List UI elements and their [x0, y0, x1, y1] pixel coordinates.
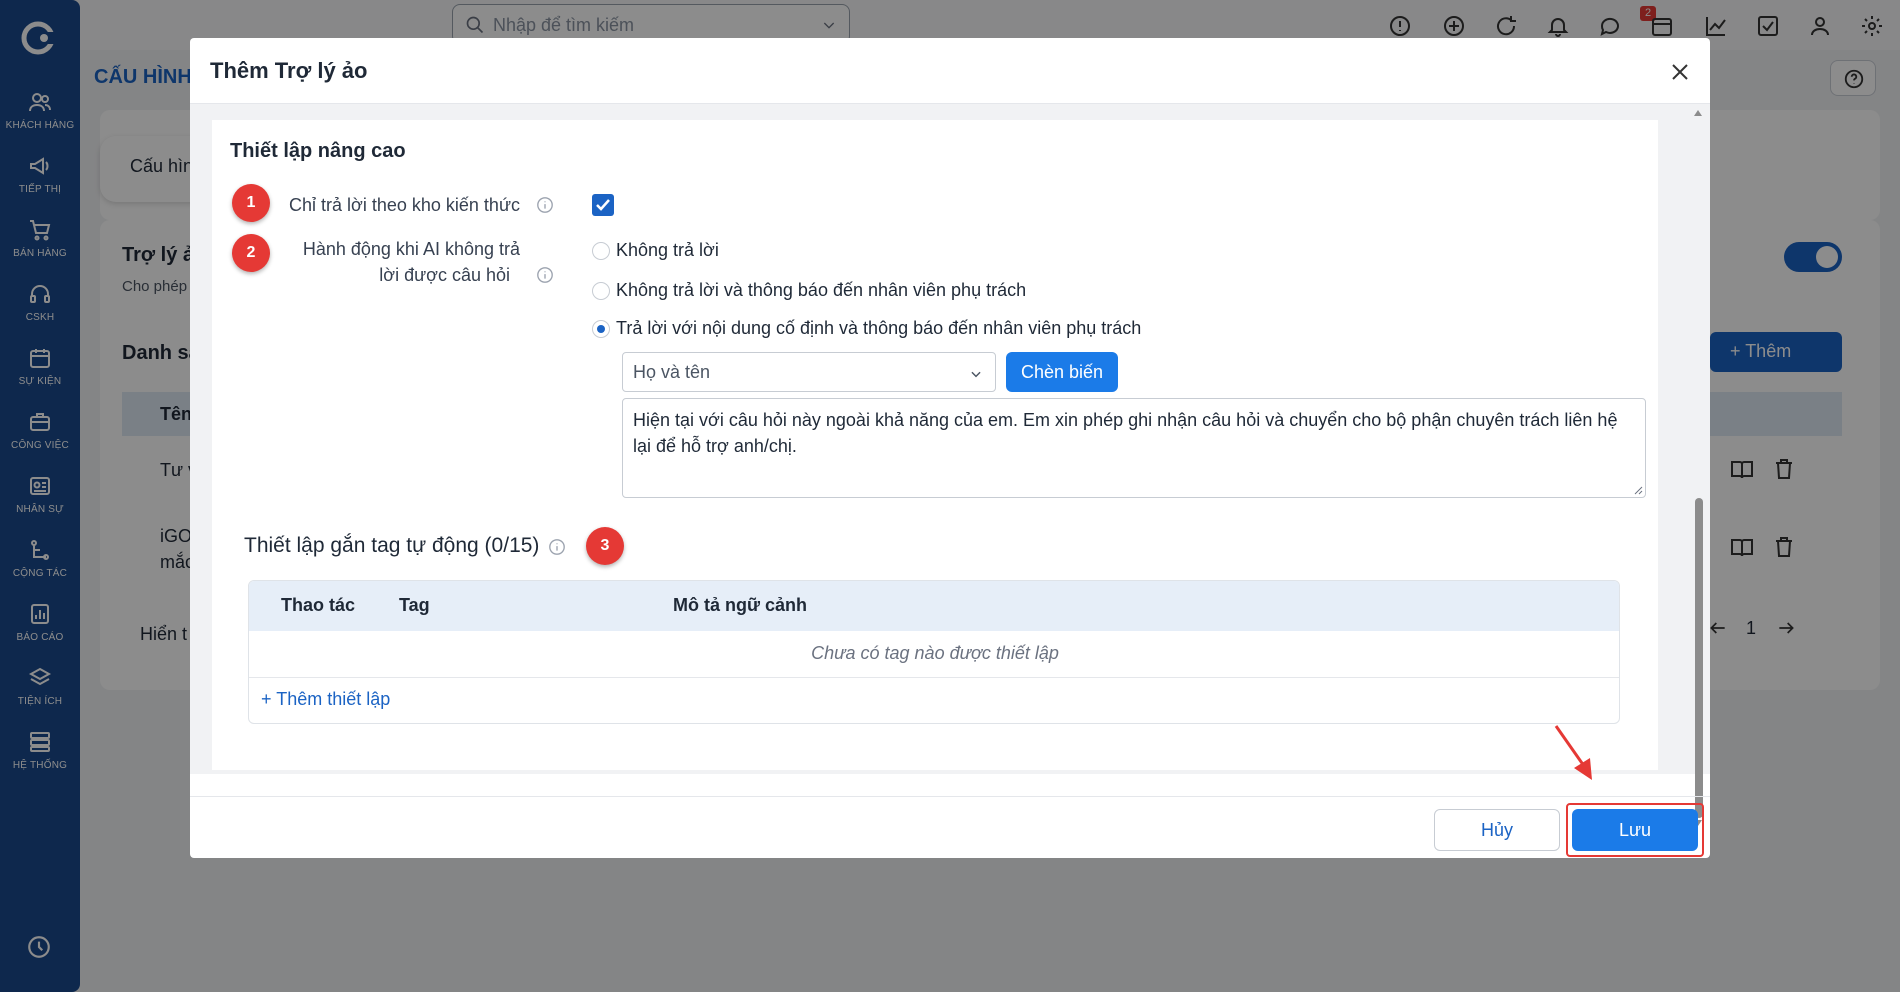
save-highlight-box: [1566, 803, 1704, 857]
add-assistant-modal: Thêm Trợ lý ảo Thiết lập nâng cao 1 Chỉ …: [190, 38, 1710, 858]
section-title: Thiết lập nâng cao: [230, 140, 406, 162]
only-kb-label: Chỉ trả lời theo kho kiến thức: [289, 195, 520, 215]
insert-variable-button[interactable]: Chèn biến: [1006, 352, 1118, 392]
action-label-line1: Hành động khi AI không trả: [302, 239, 520, 259]
column-context: Mô tả ngữ cảnh: [673, 595, 808, 615]
empty-state-text: Chưa có tag nào được thiết lập: [811, 643, 1059, 663]
fixed-reply-textarea[interactable]: Hiện tại với câu hỏi này ngoài khả năng …: [622, 398, 1646, 498]
info-icon[interactable]: [548, 538, 566, 556]
modal-header: Thêm Trợ lý ảo: [190, 38, 1710, 104]
modal-footer: Hủy Lưu: [190, 796, 1710, 858]
tag-table: Thao tác Tag Mô tả ngữ cảnh Chưa có tag …: [248, 580, 1620, 724]
plus-icon: +: [261, 689, 272, 709]
column-actions: Thao tác: [281, 595, 356, 615]
tag-table-header: Thao tác Tag Mô tả ngữ cảnh: [249, 581, 1619, 631]
check-icon: [596, 199, 610, 211]
radio-fixed-reply-notify[interactable]: [592, 320, 610, 338]
modal-scrollbar[interactable]: [1692, 104, 1704, 826]
cancel-button[interactable]: Hủy: [1434, 809, 1560, 851]
column-tag: Tag: [399, 595, 430, 615]
resize-grip-icon[interactable]: [1633, 485, 1643, 495]
row-divider: [249, 677, 1619, 678]
modal-title: Thêm Trợ lý ảo: [210, 58, 368, 83]
info-icon[interactable]: [536, 196, 554, 214]
radio-fixed-reply-notify-label: Trả lời với nội dung cố định và thông bá…: [616, 318, 1142, 338]
step-badge-3: 3: [586, 527, 624, 565]
scroll-up-icon[interactable]: [1693, 108, 1703, 118]
only-kb-checkbox[interactable]: [592, 194, 614, 216]
scroll-thumb[interactable]: [1695, 498, 1703, 818]
add-setting-label: Thêm thiết lập: [276, 689, 391, 709]
chevron-down-icon: [971, 371, 981, 378]
variable-select[interactable]: Họ và tên: [622, 352, 996, 392]
pointer-arrow-icon: [1554, 725, 1592, 780]
radio-no-reply-notify-label: Không trả lời và thông báo đến nhân viên…: [616, 280, 1027, 300]
radio-no-reply-label: Không trả lời: [616, 240, 719, 260]
add-setting-link[interactable]: + Thêm thiết lập: [261, 689, 390, 710]
fixed-reply-text: Hiện tại với câu hỏi này ngoài khả năng …: [633, 410, 1618, 456]
radio-no-reply[interactable]: [592, 242, 610, 260]
action-label-line2: lời được câu hỏi: [379, 265, 510, 285]
tag-section-title: Thiết lập gắn tag tự động (0/15): [244, 534, 540, 557]
close-icon[interactable]: [1670, 62, 1690, 82]
variable-select-value: Họ và tên: [633, 362, 711, 382]
info-icon[interactable]: [536, 266, 554, 284]
radio-no-reply-notify[interactable]: [592, 282, 610, 300]
